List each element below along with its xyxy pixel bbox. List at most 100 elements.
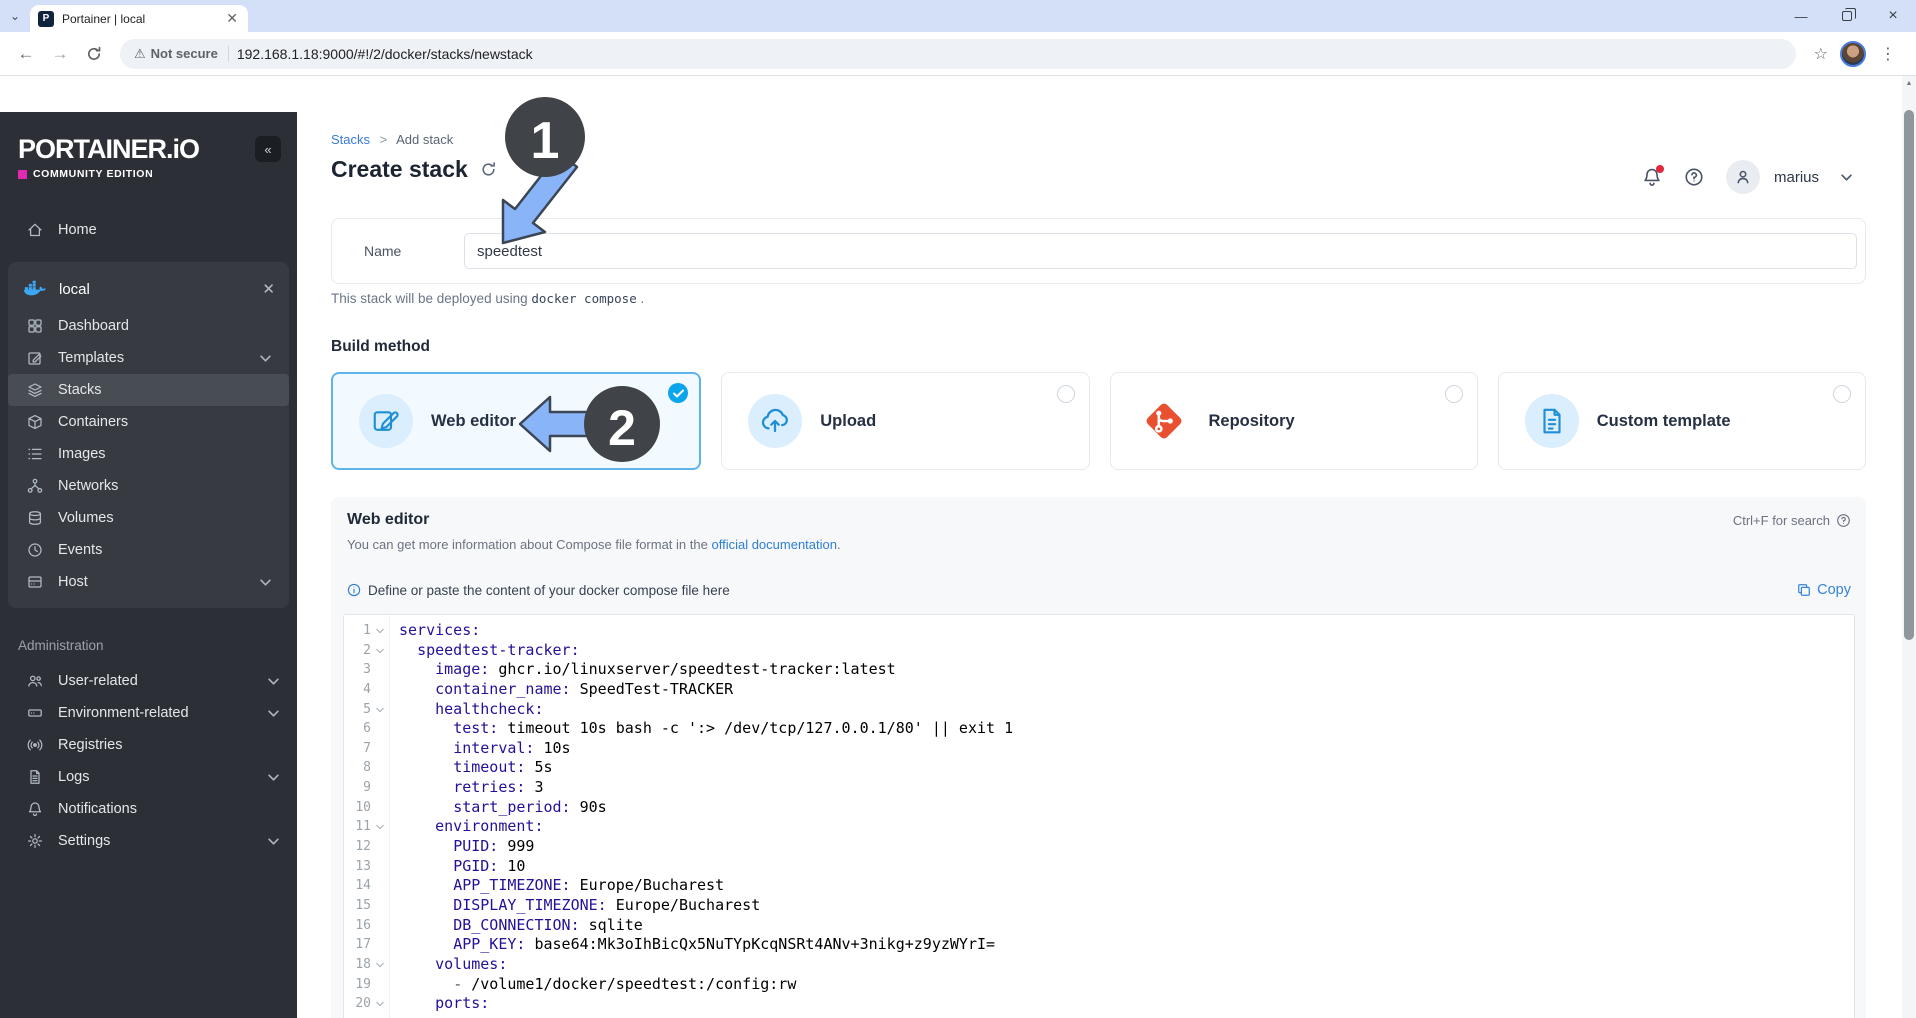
sidebar-item-registries[interactable]: Registries: [0, 729, 297, 761]
window-minimize-button[interactable]: —: [1778, 0, 1824, 32]
code-line[interactable]: image: ghcr.io/linuxserver/speedtest-tra…: [399, 660, 1854, 680]
fold-chevron-icon[interactable]: [371, 817, 388, 837]
code-line[interactable]: healthcheck:: [399, 700, 1854, 720]
code-editor[interactable]: 1 2 3 4 5 6 7 8 9 10 11 12 13 14 15 16 17 18 19 20 services…: [343, 614, 1855, 1018]
line-number[interactable]: 17: [344, 935, 371, 955]
page-scrollbar[interactable]: ▲: [1902, 76, 1916, 1018]
code-line[interactable]: environment:: [399, 817, 1854, 837]
fold-chevron-icon[interactable]: [371, 700, 388, 720]
radio-unselected-icon[interactable]: [1056, 385, 1075, 403]
code-line[interactable]: PGID: 10: [399, 857, 1854, 877]
forward-button[interactable]: →: [46, 40, 74, 68]
code-line[interactable]: DISPLAY_TIMEZONE: Europe/Bucharest: [399, 896, 1854, 916]
build-method-repository[interactable]: Repository: [1109, 372, 1478, 470]
line-number[interactable]: 9: [344, 778, 371, 798]
sidebar-item-templates[interactable]: Templates: [8, 342, 289, 374]
help-icon[interactable]: [1684, 167, 1704, 187]
window-restore-button[interactable]: [1824, 0, 1870, 32]
sidebar-item-notifications[interactable]: Notifications: [0, 793, 297, 825]
sidebar-item-user-related[interactable]: User-related: [0, 665, 297, 697]
sidebar-item-stacks[interactable]: Stacks: [8, 374, 289, 406]
code-line[interactable]: PUID: 999: [399, 837, 1854, 857]
sidebar-item-settings[interactable]: Settings: [0, 825, 297, 857]
sidebar-item-home[interactable]: Home: [0, 214, 297, 246]
code-line[interactable]: - /volume1/docker/speedtest:/config:rw: [399, 975, 1854, 995]
line-number[interactable]: 8: [344, 758, 371, 778]
code-line[interactable]: speedtest-tracker:: [399, 641, 1854, 661]
line-number[interactable]: 13: [344, 857, 371, 877]
browser-profile-avatar[interactable]: [1840, 40, 1866, 67]
line-number[interactable]: 6: [344, 719, 371, 739]
line-number[interactable]: 10: [344, 798, 371, 818]
code-line[interactable]: test: timeout 10s bash -c ':> /dev/tcp/1…: [399, 719, 1854, 739]
build-method-upload[interactable]: Upload: [721, 372, 1090, 470]
sidebar-item-dashboard[interactable]: Dashboard: [8, 310, 289, 342]
fold-chevron-icon[interactable]: [371, 994, 388, 1014]
code-line[interactable]: timeout: 5s: [399, 758, 1854, 778]
browser-tab[interactable]: P Portainer | local ✕: [30, 5, 248, 32]
window-close-button[interactable]: ×: [1870, 0, 1916, 32]
user-avatar-icon[interactable]: [1725, 160, 1760, 194]
line-number[interactable]: 12: [344, 837, 371, 857]
code-line[interactable]: container_name: SpeedTest-TRACKER: [399, 680, 1854, 700]
not-secure-badge[interactable]: ⚠ Not secure: [134, 45, 229, 62]
line-number[interactable]: 4: [344, 680, 371, 700]
fold-chevron-icon[interactable]: [371, 641, 388, 661]
browser-menu-icon[interactable]: ⋮: [1872, 44, 1904, 64]
sidebar-item-host[interactable]: Host: [8, 566, 289, 598]
url-text[interactable]: 192.168.1.18:9000/#!/2/docker/stacks/new…: [237, 46, 533, 62]
sidebar-item-volumes[interactable]: Volumes: [8, 502, 289, 534]
copy-button[interactable]: Copy: [1797, 582, 1851, 598]
reload-button[interactable]: [80, 40, 108, 68]
scrollbar-thumb[interactable]: [1904, 110, 1914, 640]
bookmark-star-icon[interactable]: ☆: [1808, 44, 1834, 64]
official-documentation-link[interactable]: official documentation: [711, 537, 837, 552]
line-number[interactable]: 18: [344, 955, 371, 975]
line-number[interactable]: 16: [344, 916, 371, 936]
breadcrumb-stacks-link[interactable]: Stacks: [331, 132, 370, 147]
line-number[interactable]: 20: [344, 994, 371, 1014]
line-number[interactable]: 7: [344, 739, 371, 759]
sidebar-item-images[interactable]: Images: [8, 438, 289, 470]
url-bar[interactable]: ⚠ Not secure 192.168.1.18:9000/#!/2/docke…: [120, 38, 1796, 69]
line-number[interactable]: 15: [344, 896, 371, 916]
tab-close-icon[interactable]: ✕: [224, 10, 240, 27]
stack-name-input[interactable]: [464, 233, 1857, 269]
line-number[interactable]: 11: [344, 817, 371, 837]
sidebar-collapse-button[interactable]: «: [255, 136, 281, 162]
code-line[interactable]: retries: 3: [399, 778, 1854, 798]
line-number[interactable]: 19: [344, 975, 371, 995]
code-line[interactable]: services:: [399, 621, 1854, 641]
code-line[interactable]: volumes:: [399, 955, 1854, 975]
code-line[interactable]: interval: 10s: [399, 739, 1854, 759]
sidebar-item-events[interactable]: Events: [8, 534, 289, 566]
tab-search-chevron-icon[interactable]: ⌄: [0, 9, 30, 23]
fold-chevron-icon[interactable]: [371, 621, 388, 641]
code-line[interactable]: ports:: [399, 994, 1854, 1014]
notifications-bell-icon[interactable]: [1642, 165, 1664, 187]
scroll-up-arrow-icon[interactable]: ▲: [1902, 80, 1916, 87]
editor-code[interactable]: services: speedtest-tracker: image: ghcr…: [390, 615, 1854, 1018]
line-number[interactable]: 2: [344, 641, 371, 661]
environment-local[interactable]: local ✕: [8, 268, 289, 310]
environment-close-icon[interactable]: ✕: [262, 280, 275, 298]
help-circle-icon[interactable]: [1836, 513, 1851, 528]
sidebar-item-logs[interactable]: Logs: [0, 761, 297, 793]
sidebar-item-environment-related[interactable]: Environment-related: [0, 697, 297, 729]
sidebar-item-networks[interactable]: Networks: [8, 470, 289, 502]
code-line[interactable]: DB_CONNECTION: sqlite: [399, 916, 1854, 936]
code-line[interactable]: APP_TIMEZONE: Europe/Bucharest: [399, 876, 1854, 896]
radio-unselected-icon[interactable]: [1444, 385, 1463, 403]
back-button[interactable]: ←: [12, 40, 40, 68]
fold-chevron-icon[interactable]: [371, 955, 388, 975]
code-line[interactable]: start_period: 90s: [399, 798, 1854, 818]
build-method-custom-template[interactable]: Custom template: [1497, 372, 1866, 470]
line-number[interactable]: 5: [344, 700, 371, 720]
line-number[interactable]: 14: [344, 876, 371, 896]
user-menu-chevron-icon[interactable]: [1841, 173, 1852, 181]
code-line[interactable]: APP_KEY: base64:Mk3oIhBicQx5NuTYpKcqNSRt…: [399, 935, 1854, 955]
sidebar-item-containers[interactable]: Containers: [8, 406, 289, 438]
line-number[interactable]: 3: [344, 660, 371, 680]
refresh-icon[interactable]: [480, 161, 497, 178]
radio-unselected-icon[interactable]: [1833, 385, 1851, 403]
